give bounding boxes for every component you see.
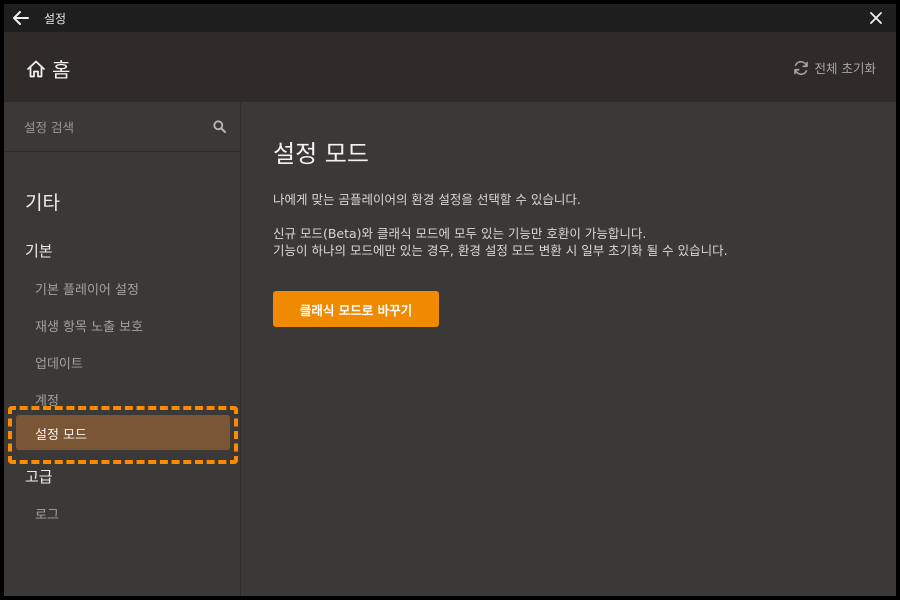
refresh-icon bbox=[793, 60, 808, 75]
window-title: 설정 bbox=[44, 11, 67, 26]
header: 홈 전체 초기화 bbox=[4, 32, 896, 102]
group-title-advanced: 고급 bbox=[25, 468, 53, 486]
sidebar-item-update[interactable]: 업데이트 bbox=[35, 353, 83, 372]
compatibility-note-line1: 신규 모드(Beta)와 클래식 모드에 모두 있는 기능만 호환이 가능합니다… bbox=[273, 226, 647, 241]
reset-all-button[interactable]: 전체 초기화 bbox=[793, 58, 876, 77]
search-input[interactable] bbox=[24, 116, 204, 138]
reset-all-label: 전체 초기화 bbox=[814, 61, 876, 76]
section-title: 기타 bbox=[25, 192, 60, 214]
close-button[interactable] bbox=[862, 4, 890, 32]
sidebar: 기타 기본 기본 플레이어 설정 재생 항목 노출 보호 업데이트 계정 설정 … bbox=[4, 102, 241, 596]
sidebar-item-playback-protection[interactable]: 재생 항목 노출 보호 bbox=[35, 316, 143, 335]
home-icon bbox=[27, 60, 45, 77]
scroll-track bbox=[892, 102, 896, 596]
group-title-basic: 기본 bbox=[25, 242, 53, 260]
settings-window: 설정 홈 전체 초기화 설정 검색 기타 기본 기본 플레이어 설정 재생 항목… bbox=[4, 4, 896, 596]
home-label: 홈 bbox=[52, 58, 71, 82]
close-icon bbox=[870, 12, 882, 24]
title-bar: 설정 bbox=[4, 4, 896, 32]
back-button[interactable] bbox=[4, 4, 38, 32]
arrow-left-icon bbox=[13, 11, 29, 25]
page-title: 설정 모드 bbox=[273, 140, 369, 168]
sidebar-item-settings-mode[interactable]: 설정 모드 bbox=[16, 415, 230, 450]
search-box bbox=[4, 102, 241, 152]
sidebar-item-label: 설정 모드 bbox=[35, 428, 87, 443]
switch-to-classic-button[interactable]: 클래식 모드로 바꾸기 bbox=[273, 291, 439, 327]
main-content: 설정 모드 나에게 맞는 곰플레이어의 환경 설정을 선택할 수 있습니다. 신… bbox=[242, 102, 896, 596]
sidebar-item-player-settings[interactable]: 기본 플레이어 설정 bbox=[35, 279, 139, 298]
home-link[interactable]: 홈 bbox=[26, 54, 70, 83]
sidebar-item-account[interactable]: 계정 bbox=[35, 390, 59, 409]
compatibility-note-line2: 기능이 하나의 모드에만 있는 경우, 환경 설정 모드 변환 시 일부 초기화… bbox=[273, 243, 728, 258]
sidebar-item-log[interactable]: 로그 bbox=[35, 504, 59, 523]
description-text: 나에게 맞는 곰플레이어의 환경 설정을 선택할 수 있습니다. bbox=[273, 192, 581, 207]
search-icon[interactable] bbox=[213, 120, 226, 133]
